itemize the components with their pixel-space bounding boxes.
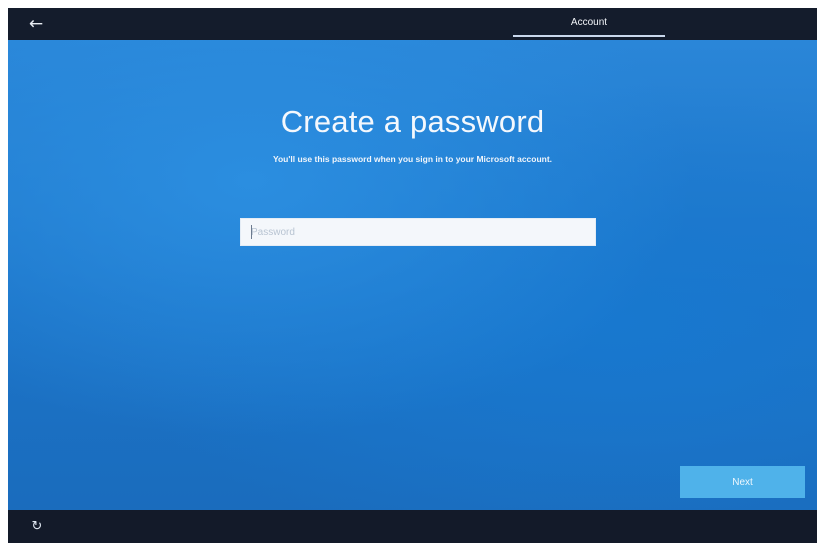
page-subtitle: You'll use this password when you sign i… [272,154,553,164]
top-bar: ← Account [8,8,817,40]
text-caret [251,225,252,239]
device-bezel: ← Account Create a password You'll use t… [0,0,817,543]
page-title: Create a password [280,104,545,139]
next-button[interactable]: Next [680,466,805,498]
tab-account[interactable]: Account [513,8,665,40]
password-input[interactable] [240,218,596,246]
tab-account-label: Account [570,17,608,28]
back-arrow-icon[interactable]: ← [24,14,48,34]
oobe-screen: ← Account Create a password You'll use t… [8,8,817,543]
tab-active-underline [513,35,665,37]
ease-of-access-icon[interactable]: ↻ [28,518,46,536]
main-content: Create a password You'll use this passwo… [8,40,817,510]
bottom-bar: ↻ [8,510,817,543]
